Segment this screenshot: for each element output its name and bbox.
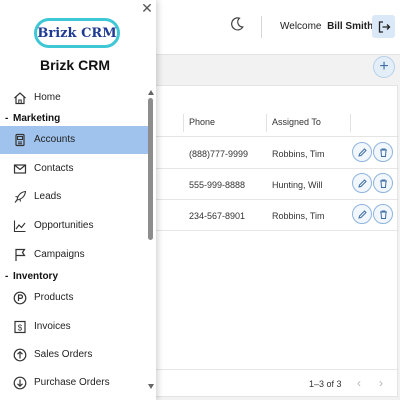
arrow-up-circle-icon [13,348,27,362]
svg-text:$: $ [18,324,23,333]
pencil-icon [357,147,368,158]
nav-item-label: Products [34,292,74,303]
delete-button[interactable] [373,142,393,162]
assigned-cell: Robbins, Tim [272,149,325,159]
chevron-left-icon[interactable]: ‹ [357,376,361,390]
flag-icon [13,248,27,262]
collapse-marker: - [5,113,9,124]
nav-item-campaigns[interactable]: Campaigns [0,241,148,269]
nav-item-label: Invoices [34,321,71,332]
edit-button[interactable] [352,142,372,162]
welcome-label: Welcome [280,21,322,32]
rocket-icon [13,190,27,204]
nav-list: Home - Marketing Accounts Contacts Leads… [0,84,148,396]
column-separator [183,114,184,132]
nav-item-products[interactable]: Products [0,284,148,312]
moon-icon[interactable] [229,16,245,32]
logout-icon [377,20,391,34]
logout-button[interactable] [372,15,395,38]
column-header-assigned-to[interactable]: Assigned To [272,117,321,127]
trash-icon [378,178,389,189]
edit-button[interactable] [352,173,372,193]
nav-item-label: Purchase Orders [34,377,110,388]
edit-button[interactable] [352,204,372,224]
nav-item-contacts[interactable]: Contacts [0,155,148,183]
nav-item-label: Accounts [34,134,76,145]
brand-title: Brizk CRM [39,57,110,73]
pencil-icon [357,209,368,220]
home-icon [13,91,27,105]
welcome-text: Welcome Bill Smith [280,21,373,32]
scroll-thumb[interactable] [148,98,153,240]
scroll-up-arrow-icon[interactable] [148,90,154,95]
add-record-button[interactable]: + [373,56,395,78]
delete-button[interactable] [373,173,393,193]
nav-item-label: Leads [34,191,62,202]
delete-button[interactable] [373,204,393,224]
column-header-phone[interactable]: Phone [189,117,215,127]
user-name: Bill Smith [327,21,374,32]
section-label: Inventory [13,271,59,282]
products-icon [13,291,27,305]
nav-item-sales-orders[interactable]: Sales Orders [0,341,148,369]
nav-item-label: Opportunities [34,220,94,231]
arrow-down-circle-icon [13,376,27,390]
nav-item-label: Home [34,92,61,103]
assigned-cell: Robbins, Tim [272,211,325,221]
assigned-cell: Hunting, Will [272,180,323,190]
nav-item-opportunities[interactable]: Opportunities [0,212,148,240]
close-icon[interactable]: ✕ [140,1,154,15]
phone-cell: 555-999-8888 [189,180,246,190]
column-separator [266,114,267,132]
logo: Brizk CRM [34,18,120,48]
pencil-icon [357,178,368,189]
section-inventory[interactable]: - Inventory [0,271,148,285]
phone-cell: (888)777-9999 [189,149,249,159]
phone-cell: 234-567-8901 [189,211,246,221]
nav-item-accounts[interactable]: Accounts [0,126,148,154]
nav-item-invoices[interactable]: $ Invoices [0,313,148,341]
top-divider [261,16,262,38]
trash-icon [378,209,389,220]
scroll-down-arrow-icon[interactable] [148,384,154,389]
collapse-marker: - [5,271,9,282]
accounts-icon [13,133,27,147]
drawer-scrollbar[interactable] [147,90,154,394]
chevron-right-icon[interactable]: › [379,376,383,390]
nav-item-label: Contacts [34,163,74,174]
nav-item-purchase-orders[interactable]: Purchase Orders [0,369,148,396]
mail-icon [13,162,27,176]
nav-item-label: Sales Orders [34,349,93,360]
navigation-drawer: ✕ Brizk CRM Brizk CRM Home - Marketing A… [0,0,156,400]
logo-text: Brizk CRM [37,25,117,41]
pagination-text: 1–3 of 3 [309,379,342,389]
nav-item-label: Campaigns [34,249,85,260]
nav-item-leads[interactable]: Leads [0,183,148,211]
section-marketing[interactable]: - Marketing [0,113,148,127]
trash-icon [378,147,389,158]
invoice-icon: $ [13,320,27,334]
column-separator [350,114,351,132]
plus-icon: + [379,58,389,75]
chart-line-icon [13,219,27,233]
section-label: Marketing [13,113,61,124]
nav-item-home[interactable]: Home [0,84,148,112]
